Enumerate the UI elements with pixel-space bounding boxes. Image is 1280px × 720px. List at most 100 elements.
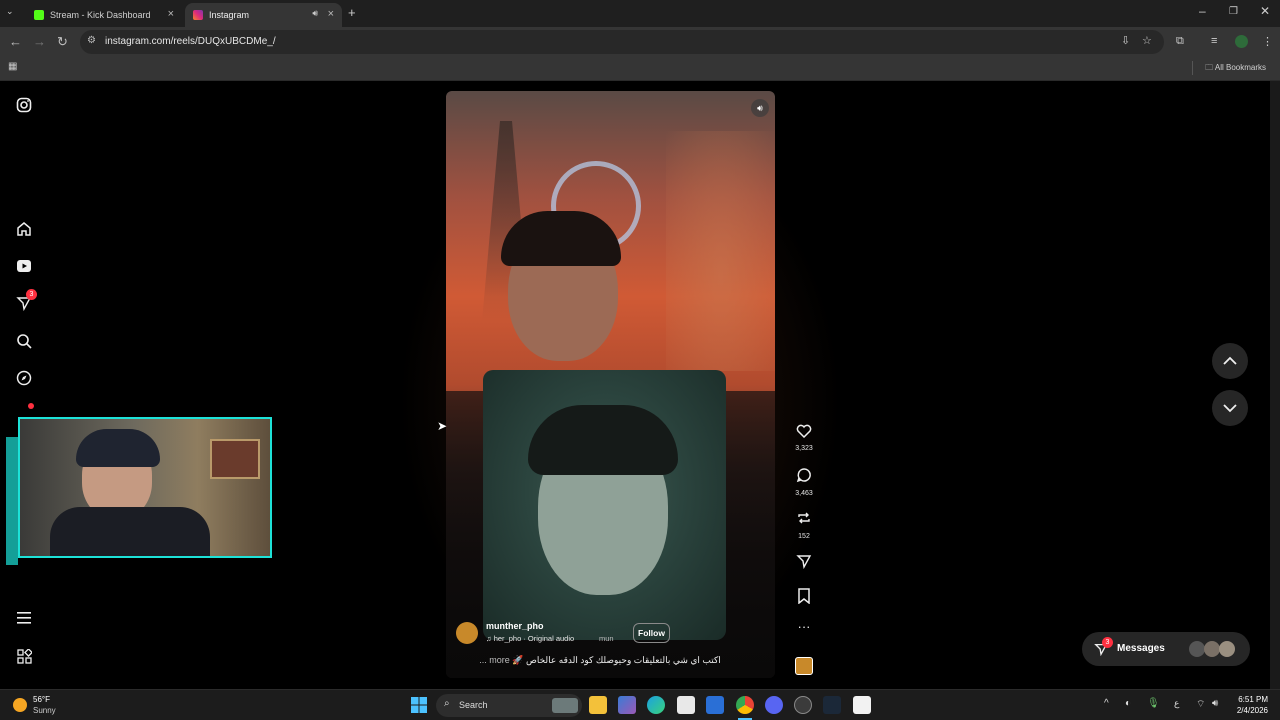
tab-search-icon[interactable]: ⌄: [6, 6, 14, 17]
caption-more-link[interactable]: more ...: [479, 655, 510, 665]
streamer-jacket: [50, 507, 210, 556]
creator-avatar[interactable]: [456, 622, 478, 644]
message-avatar-1: [1189, 641, 1205, 657]
obs-icon[interactable]: [794, 696, 812, 714]
mail-icon[interactable]: [706, 696, 724, 714]
profile-avatar[interactable]: [1235, 35, 1248, 48]
reel-caption-text: اكتب اي شي بالتعليقات وحيوصلك كود الدقه …: [512, 655, 721, 665]
headset: [76, 429, 160, 467]
comment-icon: [796, 468, 811, 483]
tab-instagram[interactable]: Instagram 🔊︎ ×: [185, 3, 342, 27]
extensions-icon[interactable]: ⧉: [1176, 35, 1184, 48]
reel-audio-trailing: mun: [599, 634, 614, 643]
all-bookmarks-label: All Bookmarks: [1214, 63, 1266, 72]
page-scrollbar[interactable]: [1270, 81, 1280, 689]
more-options-icon[interactable]: ···: [792, 619, 816, 634]
reel-caption[interactable]: اكتب اي شي بالتعليقات وحيوصلك كود الدقه …: [470, 655, 730, 666]
bookmarks-bar: ▦ 🗀︎ All Bookmarks: [0, 57, 1280, 81]
instagram-favicon-icon: [193, 10, 203, 20]
all-bookmarks[interactable]: 🗀︎ All Bookmarks: [1205, 62, 1266, 76]
discord-icon[interactable]: [765, 696, 783, 714]
messages-button[interactable]: 3 Messages: [1082, 632, 1250, 666]
instagram-page: 3 🔊︎ munther_pho ♫ her_pho · Original au…: [0, 81, 1270, 689]
microphone-icon[interactable]: 🎙︎: [1147, 698, 1160, 709]
notification-dot: [28, 403, 34, 409]
repost-action[interactable]: 152: [792, 510, 816, 540]
next-reel-button[interactable]: [1212, 390, 1248, 426]
search-icon[interactable]: [14, 331, 34, 351]
site-info-icon[interactable]: ⚙: [87, 35, 96, 46]
weather-temp[interactable]: 56°F: [33, 695, 50, 704]
clock-time[interactable]: 6:51 PM: [1236, 695, 1268, 704]
heart-icon: [796, 424, 812, 439]
close-tab-icon[interactable]: ×: [168, 8, 174, 20]
edge-icon[interactable]: [647, 696, 665, 714]
kick-favicon-icon: [34, 10, 44, 20]
like-action[interactable]: 3,323: [792, 424, 816, 452]
wall-picture: [210, 439, 260, 479]
url-text[interactable]: instagram.com/reels/DUQxUBCDMe_/: [105, 36, 276, 47]
windows-start-icon[interactable]: [411, 697, 427, 713]
explore-icon[interactable]: [14, 368, 34, 388]
search-highlight-icon: [552, 698, 578, 713]
install-app-icon[interactable]: ⇩: [1121, 34, 1130, 47]
media-control-icon[interactable]: ≡: [1211, 35, 1217, 47]
messages-icon[interactable]: 3: [14, 289, 37, 313]
reel-audio[interactable]: ♫ her_pho · Original audio: [486, 634, 574, 643]
store-icon[interactable]: [677, 696, 695, 714]
bookmark-star-icon[interactable]: ☆: [1142, 34, 1152, 47]
reels-icon[interactable]: [14, 256, 34, 276]
audio-thumbnail[interactable]: [795, 657, 813, 675]
capcut-icon[interactable]: [853, 696, 871, 714]
steam-icon[interactable]: [823, 696, 841, 714]
share-icon[interactable]: [792, 553, 816, 574]
comment-action[interactable]: 3,463: [792, 467, 816, 497]
also-from-meta-icon[interactable]: [14, 646, 34, 666]
menu-icon[interactable]: [14, 608, 34, 628]
save-icon[interactable]: [792, 588, 816, 609]
tray-overflow-icon[interactable]: ^: [1104, 698, 1109, 709]
previous-reel-button[interactable]: [1212, 343, 1248, 379]
repost-count: 152: [798, 533, 810, 540]
windows-taskbar: 56°F Sunny ⌕ Search ^ ◐ 🎙︎ ع ⌔ 🔊︎ 6:51 P…: [0, 689, 1280, 720]
restore-icon[interactable]: ❐: [1229, 6, 1238, 17]
mute-toggle-icon[interactable]: 🔊︎: [751, 99, 769, 117]
back-icon[interactable]: ←: [9, 34, 22, 49]
tray-app-icon[interactable]: ◐: [1125, 698, 1131, 709]
tab-kick-dashboard[interactable]: Stream - Kick Dashboard ×: [26, 3, 182, 27]
taskbar-search-icon: ⌕: [444, 698, 450, 709]
input-language[interactable]: ع: [1174, 698, 1179, 709]
taskbar-search-label: Search: [459, 700, 488, 710]
clock-date[interactable]: 2/4/2026: [1234, 706, 1268, 715]
tab-title: Instagram: [209, 10, 250, 20]
bookmarks-divider: [1192, 61, 1193, 75]
minimize-icon[interactable]: –: [1199, 4, 1206, 18]
home-icon[interactable]: [14, 219, 34, 239]
taskbar-search[interactable]: ⌕ Search: [436, 694, 582, 717]
instagram-logo-icon[interactable]: [14, 95, 34, 115]
weather-desc[interactable]: Sunny: [33, 706, 56, 715]
window-close-icon[interactable]: ✕: [1260, 4, 1270, 18]
address-bar[interactable]: ⚙ instagram.com/reels/DUQxUBCDMe_/ ⇩ ☆: [80, 30, 1164, 54]
pampas-plant: [666, 131, 775, 371]
forward-icon[interactable]: →: [33, 34, 46, 49]
reel-username[interactable]: munther_pho: [486, 621, 544, 631]
weather-sun-icon[interactable]: [13, 698, 27, 712]
chrome-menu-icon[interactable]: ⋮: [1262, 35, 1273, 48]
close-tab-icon[interactable]: ×: [328, 8, 334, 20]
volume-icon[interactable]: 🔊︎: [1212, 698, 1218, 709]
chrome-taskbar-icon[interactable]: [736, 696, 754, 714]
chevron-up-icon: [1223, 356, 1237, 365]
inset-hair: [528, 405, 678, 475]
apps-grid-icon[interactable]: ▦: [8, 61, 17, 72]
file-explorer-icon[interactable]: [589, 696, 607, 714]
tab-audio-icon[interactable]: 🔊︎: [312, 8, 318, 19]
wifi-icon[interactable]: ⌔: [1196, 698, 1205, 711]
reload-icon[interactable]: ↻: [57, 34, 68, 50]
m365-icon[interactable]: [618, 696, 636, 714]
like-count: 3,323: [795, 445, 813, 452]
new-tab-icon[interactable]: +: [348, 5, 356, 20]
comment-count: 3,463: [795, 490, 813, 497]
follow-button[interactable]: Follow: [633, 623, 670, 643]
reel-audio-text: her_pho · Original audio: [493, 634, 575, 643]
